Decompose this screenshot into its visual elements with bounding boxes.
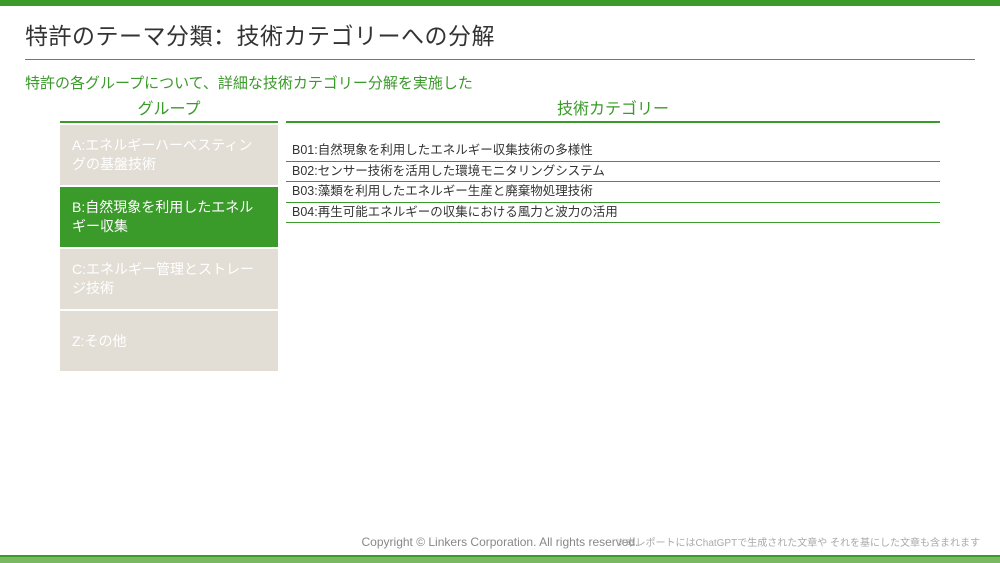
group-item-label: Z:その他 xyxy=(72,332,126,351)
tech-item: B04:再生可能エネルギーの収集における風力と波力の活用 xyxy=(286,203,940,224)
tech-column-header: 技術カテゴリー xyxy=(286,95,940,123)
tech-column: 技術カテゴリー B01:自然現象を利用したエネルギー収集技術の多様性B02:セン… xyxy=(286,95,940,371)
tech-list: B01:自然現象を利用したエネルギー収集技術の多様性B02:センサー技術を活用し… xyxy=(286,141,940,223)
footer-accent-bar xyxy=(0,555,1000,563)
groups-column: グループ A:エネルギーハーベスティングの基盤技術 B:自然現象を利用したエネルギ… xyxy=(60,95,278,371)
page-title: 特許のテーマ分類：技術カテゴリーへの分解 xyxy=(25,10,975,57)
group-item-label: A:エネルギーハーベスティングの基盤技術 xyxy=(72,136,266,174)
top-accent-bar xyxy=(0,0,1000,6)
footer-note: ※本レポートにはChatGPTで生成された文章や それを基にした文章も含まれます xyxy=(616,534,980,549)
slide: 特許のテーマ分類：技術カテゴリーへの分解 特許の各グループについて、詳細な技術カ… xyxy=(0,0,1000,563)
page-subtitle: 特許の各グループについて、詳細な技術カテゴリー分解を実施した xyxy=(25,72,975,93)
group-item-c[interactable]: C:エネルギー管理とストレージ技術 xyxy=(60,249,278,309)
tech-item: B01:自然現象を利用したエネルギー収集技術の多様性 xyxy=(286,141,940,162)
group-list: A:エネルギーハーベスティングの基盤技術 B:自然現象を利用したエネルギー収集 C:… xyxy=(60,125,278,371)
content-area: グループ A:エネルギーハーベスティングの基盤技術 B:自然現象を利用したエネルギ… xyxy=(60,95,940,371)
tech-item: B02:センサー技術を活用した環境モニタリングシステム xyxy=(286,162,940,183)
group-item-label: B:自然現象を利用したエネルギー収集 xyxy=(72,198,266,236)
group-item-label: C:エネルギー管理とストレージ技術 xyxy=(72,260,266,298)
tech-item: B03:藻類を利用したエネルギー生産と廃棄物処理技術 xyxy=(286,182,940,203)
title-underline xyxy=(25,59,975,60)
footer xyxy=(0,555,1000,563)
group-item-b[interactable]: B:自然現象を利用したエネルギー収集 xyxy=(60,187,278,247)
groups-column-header: グループ xyxy=(60,95,278,123)
group-item-a[interactable]: A:エネルギーハーベスティングの基盤技術 xyxy=(60,125,278,185)
group-item-d[interactable]: Z:その他 xyxy=(60,311,278,371)
title-area: 特許のテーマ分類：技術カテゴリーへの分解 特許の各グループについて、詳細な技術カ… xyxy=(25,10,975,93)
